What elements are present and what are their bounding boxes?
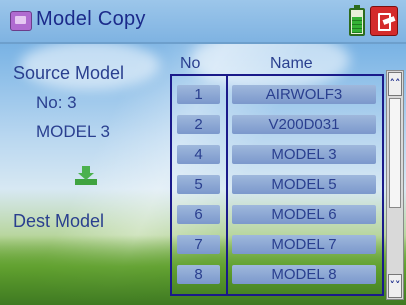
scroll-thumb[interactable]: [389, 98, 401, 208]
chevron-double-down-icon[interactable]: ˅˅: [388, 274, 402, 298]
list-row-no[interactable]: 8: [177, 265, 220, 284]
list-row-name[interactable]: MODEL 5: [232, 175, 376, 194]
list-row-name[interactable]: V200D031: [232, 115, 376, 134]
model-list-rows: 1 AIRWOLF3 2 V200D031 4 MODEL 3 5 MODEL …: [0, 0, 406, 305]
list-row-no[interactable]: 5: [177, 175, 220, 194]
list-row-name[interactable]: MODEL 8: [232, 265, 376, 284]
list-row-no[interactable]: 1: [177, 85, 220, 104]
list-scrollbar[interactable]: ˄˄ ˅˅: [386, 70, 404, 300]
list-row-name[interactable]: MODEL 6: [232, 205, 376, 224]
list-row-name[interactable]: AIRWOLF3: [232, 85, 376, 104]
chevron-double-up-icon[interactable]: ˄˄: [388, 72, 402, 96]
screen-background: Model Copy Source Model No: 3 MODEL 3 De…: [0, 0, 406, 305]
list-row-name[interactable]: MODEL 7: [232, 235, 376, 254]
list-row-no[interactable]: 4: [177, 145, 220, 164]
list-row-name[interactable]: MODEL 3: [232, 145, 376, 164]
list-row-no[interactable]: 7: [177, 235, 220, 254]
list-row-no[interactable]: 2: [177, 115, 220, 134]
list-row-no[interactable]: 6: [177, 205, 220, 224]
